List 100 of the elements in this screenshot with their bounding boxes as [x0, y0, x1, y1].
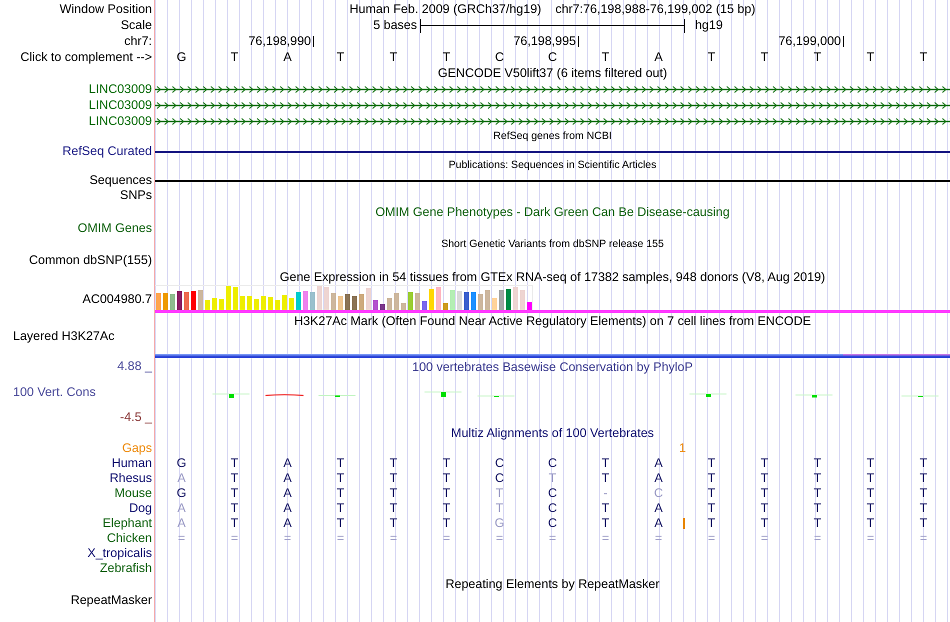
track-label: X_tropicalis	[87, 546, 152, 561]
expression-bar	[219, 299, 224, 310]
aligned-base: T	[760, 516, 768, 531]
aligned-base: T	[390, 486, 398, 501]
track-title: OMIM Gene Phenotypes - Dark Green Can Be Disease-causing	[375, 204, 730, 220]
aligned-base: C	[494, 471, 504, 486]
aligned-base: T	[866, 456, 874, 471]
aligned-base: T	[602, 501, 610, 516]
aligned-base: T	[602, 456, 610, 471]
expression-bar	[422, 301, 427, 310]
aligned-base: T	[336, 516, 344, 531]
expression-bar	[177, 291, 182, 310]
base-letter: T	[390, 50, 398, 64]
aligned-base: T	[760, 501, 768, 516]
track-title: Repeating Elements by RepeatMasker	[445, 576, 660, 592]
aligned-base: T	[442, 486, 450, 501]
track-label: Common dbSNP(155)	[29, 253, 152, 268]
aligned-base: =	[708, 531, 716, 546]
aligned-base: =	[760, 531, 768, 546]
expression-bar	[212, 298, 217, 310]
base-letter: T	[442, 50, 450, 64]
aligned-base: T	[442, 516, 450, 531]
expression-bar	[436, 287, 441, 310]
aligned-base: C	[548, 501, 558, 516]
expression-bar	[394, 293, 399, 310]
aligned-base: =	[284, 531, 292, 546]
aligned-base: G	[494, 516, 504, 531]
aligned-base: T	[336, 501, 344, 516]
track-label: Zebrafish	[100, 561, 152, 576]
aligned-base: A	[177, 516, 186, 531]
aligned-base: T	[390, 516, 398, 531]
aligned-base: T	[814, 516, 822, 531]
aligned-base: T	[920, 486, 928, 501]
track-label: LINC03009	[88, 82, 152, 96]
base-letter: T	[760, 50, 768, 64]
axis-min-label: -4.5 _	[120, 410, 152, 425]
expression-bar	[268, 297, 273, 310]
aligned-base: T	[230, 486, 238, 501]
aligned-base: T	[442, 501, 450, 516]
track-label: Human	[112, 456, 152, 471]
aligned-base: T	[442, 471, 450, 486]
aligned-base: =	[230, 531, 238, 546]
expression-bar	[170, 294, 175, 310]
expression-bar	[247, 296, 252, 310]
aligned-base: T	[866, 501, 874, 516]
track-label: Rhesus	[110, 471, 152, 486]
position-text: chr7:76,198,988-76,199,002 (15 bp)	[555, 2, 756, 16]
track-label: Layered H3K27Ac	[13, 329, 114, 344]
conservation-bar	[690, 394, 726, 397]
aligned-base: T	[814, 486, 822, 501]
base-letter: A	[654, 50, 663, 64]
aligned-base: T	[390, 471, 398, 486]
aligned-base: T	[230, 501, 238, 516]
aligned-base: A	[283, 486, 292, 501]
expression-bar	[415, 293, 420, 310]
conservation-bar	[796, 394, 832, 398]
aligned-base: T	[814, 501, 822, 516]
coordinate-label: 76,198,995	[513, 34, 576, 48]
aligned-base: T	[866, 486, 874, 501]
expression-bar	[198, 290, 203, 310]
expression-bar	[191, 291, 196, 310]
aligned-base: =	[920, 531, 928, 546]
expression-bar	[527, 302, 532, 310]
aligned-base: C	[548, 456, 558, 471]
expression-bar	[520, 290, 525, 310]
assembly-label: hg19	[694, 18, 723, 33]
aligned-base: T	[920, 516, 928, 531]
expression-bar	[352, 296, 357, 310]
expression-bar	[373, 300, 378, 310]
scale-label: 5 bases	[373, 18, 418, 33]
aligned-base: G	[176, 456, 186, 471]
aligned-base: T	[336, 486, 344, 501]
complement-link[interactable]: Click to complement -->	[20, 50, 152, 64]
aligned-base: T	[814, 471, 822, 486]
track-title: Publications: Sequences in Scientific Articles	[448, 158, 656, 173]
aligned-base: T	[336, 456, 344, 471]
expression-bar	[317, 286, 322, 310]
aligned-base: =	[442, 531, 450, 546]
expression-bar	[338, 296, 343, 310]
track-label: AC004980.7	[82, 292, 152, 306]
track-label: 100 Vert. Cons	[13, 384, 96, 400]
expression-bar	[233, 287, 238, 310]
aligned-base: T	[760, 456, 768, 471]
expression-bar	[513, 287, 518, 310]
track-title: GENCODE V50lift37 (6 items filtered out)	[438, 66, 668, 80]
expression-bar	[387, 298, 392, 310]
aligned-base: T	[336, 471, 344, 486]
conservation-bar	[212, 394, 250, 398]
expression-bar	[359, 294, 364, 310]
aligned-base: T	[708, 501, 716, 516]
expression-bar	[331, 293, 336, 310]
aligned-base: T	[602, 471, 610, 486]
expression-bar	[492, 298, 497, 310]
expression-bar	[303, 291, 308, 310]
axis-max-label: 4.88 _	[117, 359, 152, 374]
aligned-base: T	[442, 456, 450, 471]
expression-bar	[156, 293, 161, 310]
aligned-base: =	[496, 531, 504, 546]
base-letter: C	[494, 50, 504, 64]
track-label: Mouse	[114, 486, 152, 501]
